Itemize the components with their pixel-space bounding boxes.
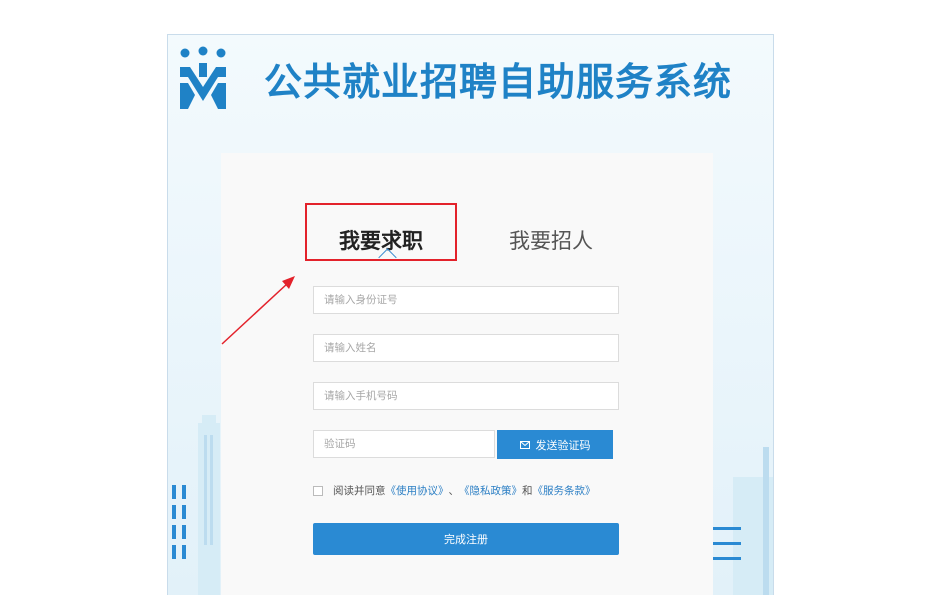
- and-text: 和: [522, 485, 533, 497]
- terms-link[interactable]: 《使用协议》: [386, 483, 449, 498]
- app-title: 公共就业招聘自助服务系统: [264, 60, 733, 104]
- agree-prefix-text: 阅读并同意: [333, 485, 386, 497]
- verification-code-input[interactable]: [313, 430, 495, 458]
- send-code-label: 发送验证码: [535, 438, 591, 452]
- phone-input[interactable]: [313, 382, 619, 410]
- agreement-row: 阅读并同意 《使用协议》 、 《隐私政策》 和 《服务条款》: [313, 483, 596, 498]
- mail-icon: [519, 440, 530, 449]
- agree-checkbox[interactable]: [313, 485, 323, 496]
- app-window: 公共就业招聘自助服务系统 我要求职 我要招人 请输入身份证号 请输入姓名 请输入…: [167, 34, 774, 595]
- send-code-button[interactable]: 发送验证码: [497, 430, 613, 459]
- registration-card: 我要求职 我要招人 发送验证码 阅读并同意 《使用协议》 、 《隐私政策》 和 …: [221, 153, 713, 595]
- name-input[interactable]: [313, 334, 619, 362]
- service-terms-link[interactable]: 《服务条款》: [533, 483, 596, 498]
- building-decoration-right: [705, 447, 773, 595]
- annotation-highlight-box: [305, 203, 457, 261]
- submit-register-button[interactable]: 完成注册: [313, 523, 619, 555]
- privacy-link[interactable]: 《隐私政策》: [459, 483, 522, 498]
- id-number-input[interactable]: [313, 286, 619, 314]
- people-logo-icon: [180, 46, 226, 109]
- tab-recruiter[interactable]: 我要招人: [489, 215, 613, 267]
- separator-text: 、: [448, 485, 460, 497]
